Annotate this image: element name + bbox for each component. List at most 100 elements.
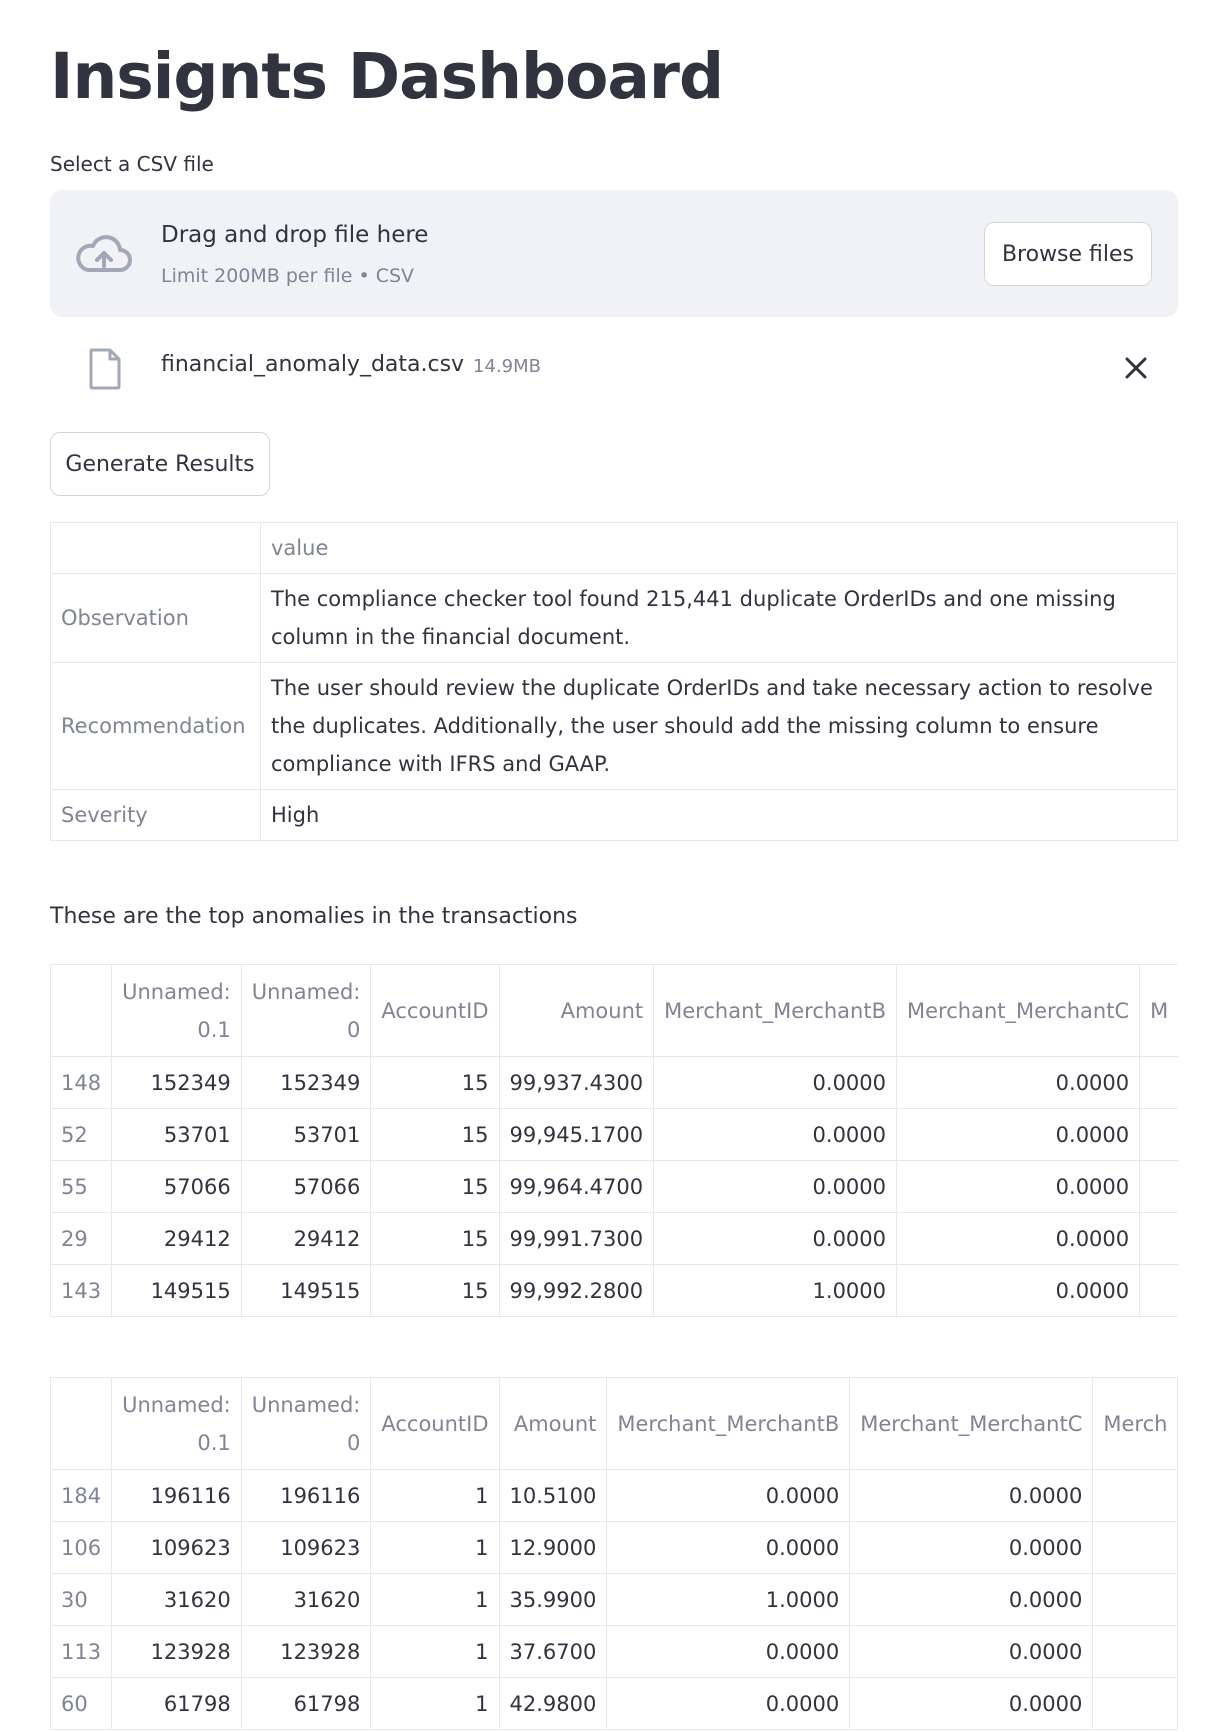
column-header[interactable]: AccountID [370, 964, 500, 1057]
row-index[interactable]: 143 [50, 1264, 113, 1317]
column-header[interactable]: Merchant_MerchantC [896, 964, 1141, 1057]
table-cell[interactable]: 123928 [111, 1625, 242, 1678]
table-cell[interactable]: 29412 [111, 1212, 242, 1265]
file-icon [89, 348, 121, 390]
table-cell[interactable]: 99,945.1700 [498, 1108, 655, 1161]
column-header[interactable]: Unnamed: 0.1 [111, 1377, 242, 1470]
table-cell[interactable]: 0.0000 [653, 1212, 898, 1265]
table-cell[interactable]: 149515 [240, 1264, 372, 1317]
table-cell[interactable]: 0.0000 [606, 1521, 851, 1574]
table-row: 113 123928 123928 1 37.6700 0.0000 0.0000 [50, 1625, 1178, 1678]
row-index[interactable]: 29 [50, 1212, 113, 1265]
table-cell[interactable]: 0.0000 [849, 1573, 1094, 1626]
file-dropzone[interactable]: Drag and drop file here Limit 200MB per … [50, 190, 1178, 317]
table-cell[interactable]: 1.0000 [606, 1573, 851, 1626]
table-cell[interactable]: 196116 [240, 1469, 372, 1522]
close-icon[interactable] [1122, 354, 1150, 382]
table-cell[interactable]: 196116 [111, 1469, 242, 1522]
column-header[interactable]: Merchant_MerchantB [653, 964, 898, 1057]
table-cell[interactable]: 57066 [111, 1160, 242, 1213]
table-cell[interactable]: 0.0000 [849, 1677, 1094, 1730]
column-header[interactable]: Unnamed: 0.1 [111, 964, 242, 1057]
anomalies-table-top[interactable]: Unnamed: 0.1 Unnamed: 0 AccountID Amount M… [50, 964, 1178, 1317]
table-cell[interactable]: 61798 [111, 1677, 242, 1730]
table-cell[interactable]: 0.0000 [849, 1469, 1094, 1522]
table-cell[interactable]: 61798 [240, 1677, 372, 1730]
table-cell[interactable]: 0.0000 [896, 1212, 1141, 1265]
table-cell[interactable]: 15 [370, 1056, 500, 1109]
table-cell[interactable]: 15 [370, 1212, 500, 1265]
row-index[interactable]: 60 [50, 1677, 113, 1730]
table-cell[interactable]: 29412 [240, 1212, 372, 1265]
column-header[interactable]: Amount [498, 1377, 608, 1470]
table-cell[interactable]: 35.9900 [498, 1573, 608, 1626]
table-cell[interactable]: 0.0000 [653, 1056, 898, 1109]
table-cell[interactable]: 0.0000 [606, 1469, 851, 1522]
table-cell[interactable]: 31620 [111, 1573, 242, 1626]
column-header[interactable]: M [1139, 964, 1178, 1057]
table-cell[interactable]: 15 [370, 1108, 500, 1161]
row-index[interactable]: 52 [50, 1108, 113, 1161]
table-cell[interactable]: 15 [370, 1264, 500, 1317]
table-cell[interactable]: 31620 [240, 1573, 372, 1626]
table-cell[interactable]: 123928 [240, 1625, 372, 1678]
table-cell[interactable]: 0.0000 [896, 1056, 1141, 1109]
column-header[interactable]: Merchant_MerchantB [606, 1377, 851, 1470]
table-cell[interactable]: 37.6700 [498, 1625, 608, 1678]
table-cell[interactable]: 0.0000 [849, 1521, 1094, 1574]
table-cell[interactable]: 0.0000 [896, 1264, 1141, 1317]
table-cell[interactable]: 0.0000 [606, 1677, 851, 1730]
table-cell[interactable]: 53701 [111, 1108, 242, 1161]
browse-files-button[interactable]: Browse files [984, 222, 1152, 286]
results-table: value Observation The compliance checker… [50, 522, 1178, 841]
anomalies-table-bottom[interactable]: Unnamed: 0.1 Unnamed: 0 AccountID Amount M… [50, 1377, 1178, 1730]
row-index[interactable]: 55 [50, 1160, 113, 1213]
table-cell[interactable]: 53701 [240, 1108, 372, 1161]
table-cell[interactable]: 99,964.4700 [498, 1160, 655, 1213]
table-cell[interactable]: 12.9000 [498, 1521, 608, 1574]
table-cell[interactable]: 15 [370, 1160, 500, 1213]
table-cell[interactable]: 99,991.7300 [498, 1212, 655, 1265]
table-row: 55 57066 57066 15 99,964.4700 0.0000 0.0000 [50, 1160, 1178, 1213]
row-index[interactable]: 148 [50, 1056, 113, 1109]
table-cell[interactable]: 10.5100 [498, 1469, 608, 1522]
table-cell[interactable]: 109623 [240, 1521, 372, 1574]
results-header-blank [50, 522, 261, 574]
table-cell[interactable]: 1 [370, 1625, 500, 1678]
table-cell-cut [1139, 1212, 1178, 1265]
table-cell[interactable]: 42.9800 [498, 1677, 608, 1730]
table-cell[interactable]: 1.0000 [653, 1264, 898, 1317]
row-index[interactable]: 184 [50, 1469, 113, 1522]
table-cell[interactable]: 1 [370, 1573, 500, 1626]
table-cell[interactable]: 149515 [111, 1264, 242, 1317]
column-header[interactable]: Amount [498, 964, 655, 1057]
row-index[interactable]: 106 [50, 1521, 113, 1574]
row-index[interactable]: 113 [50, 1625, 113, 1678]
table-cell[interactable]: 109623 [111, 1521, 242, 1574]
generate-results-button[interactable]: Generate Results [50, 432, 270, 496]
table-cell-cut [1092, 1625, 1178, 1678]
column-header[interactable]: Unnamed: 0 [240, 964, 372, 1057]
column-header[interactable]: AccountID [370, 1377, 500, 1470]
table-row: 148 152349 152349 15 99,937.4300 0.0000 0.0000 [50, 1056, 1178, 1109]
table-cell[interactable]: 99,937.4300 [498, 1056, 655, 1109]
column-header[interactable]: Merch [1092, 1377, 1178, 1470]
table-cell[interactable]: 0.0000 [653, 1160, 898, 1213]
results-row-value: High [260, 789, 1178, 841]
table-cell[interactable]: 99,992.2800 [498, 1264, 655, 1317]
table-cell-cut [1139, 1160, 1178, 1213]
table-cell[interactable]: 152349 [111, 1056, 242, 1109]
table-cell[interactable]: 0.0000 [606, 1625, 851, 1678]
column-header[interactable]: Merchant_MerchantC [849, 1377, 1094, 1470]
table-cell[interactable]: 0.0000 [896, 1160, 1141, 1213]
table-cell[interactable]: 0.0000 [896, 1108, 1141, 1161]
table-cell[interactable]: 57066 [240, 1160, 372, 1213]
table-cell[interactable]: 1 [370, 1469, 500, 1522]
row-index[interactable]: 30 [50, 1573, 113, 1626]
table-cell[interactable]: 0.0000 [653, 1108, 898, 1161]
table-cell[interactable]: 1 [370, 1521, 500, 1574]
table-cell[interactable]: 1 [370, 1677, 500, 1730]
column-header[interactable]: Unnamed: 0 [240, 1377, 372, 1470]
table-cell[interactable]: 0.0000 [849, 1625, 1094, 1678]
table-cell[interactable]: 152349 [240, 1056, 372, 1109]
